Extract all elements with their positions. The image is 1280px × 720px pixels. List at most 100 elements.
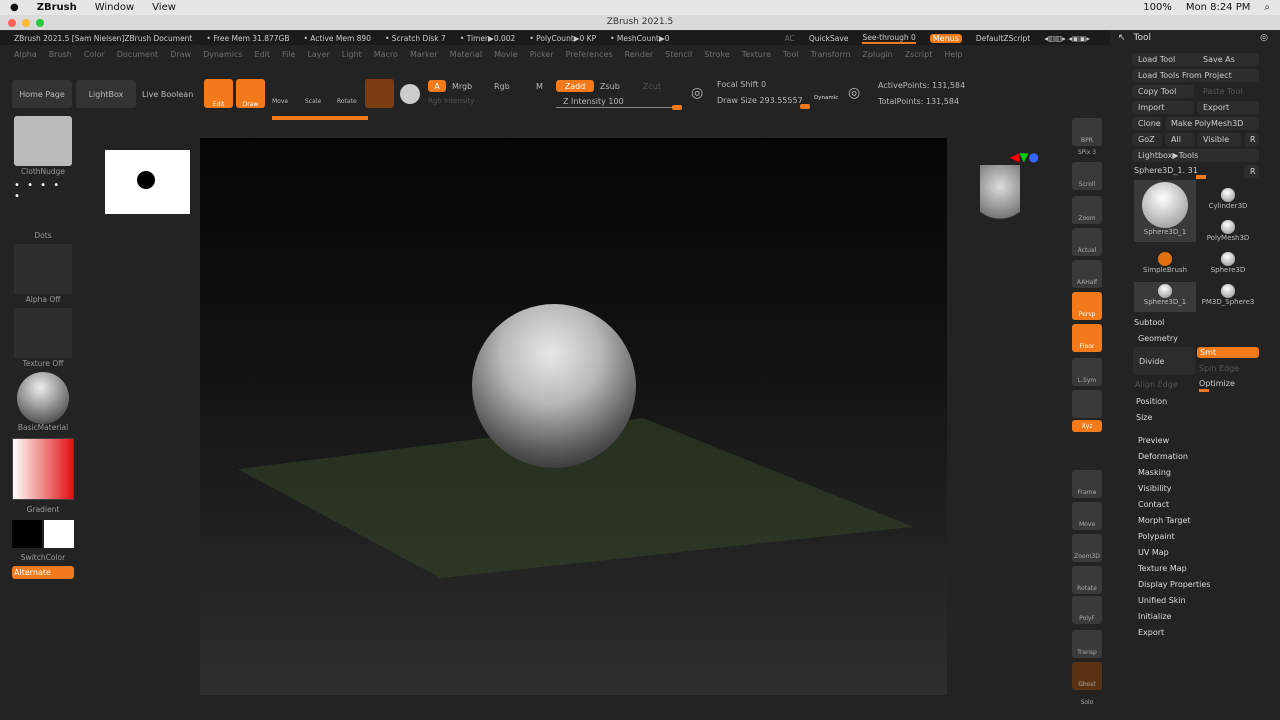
menu-render[interactable]: Render bbox=[625, 50, 653, 59]
scale-button[interactable]: Scale bbox=[305, 98, 321, 105]
all-button[interactable]: All bbox=[1165, 133, 1195, 146]
tool-thumb[interactable]: PM3D_Sphere3 bbox=[1197, 282, 1259, 312]
nav-icon-12[interactable] bbox=[1072, 454, 1102, 466]
search-icon[interactable]: ⌕ bbox=[1264, 2, 1270, 13]
load-tools-from-project-button[interactable]: Load Tools From Project bbox=[1132, 69, 1259, 82]
tool-thumb[interactable]: Cylinder3D bbox=[1197, 186, 1259, 216]
menu-stencil[interactable]: Stencil bbox=[665, 50, 692, 59]
nav-persp[interactable]: Persp bbox=[1072, 292, 1102, 320]
home-page-button[interactable]: Home Page bbox=[12, 80, 72, 108]
optimize-slider[interactable]: Optimize bbox=[1199, 379, 1235, 388]
rgb-intensity-slider[interactable]: Rgb Intensity bbox=[428, 97, 474, 105]
sphere-mesh[interactable] bbox=[472, 304, 636, 468]
material-thumbnail[interactable] bbox=[17, 372, 69, 424]
clone-button[interactable]: Clone bbox=[1132, 117, 1162, 130]
lightbox-button[interactable]: LightBox bbox=[76, 80, 136, 108]
menu-draw[interactable]: Draw bbox=[170, 50, 191, 59]
close-button[interactable] bbox=[8, 19, 16, 27]
switch-color-button[interactable]: SwitchColor bbox=[12, 553, 74, 562]
menu-stroke[interactable]: Stroke bbox=[704, 50, 730, 59]
tool-r-button[interactable]: R bbox=[1244, 165, 1259, 178]
minimize-button[interactable] bbox=[22, 19, 30, 27]
section-unified-skin[interactable]: Unified Skin bbox=[1138, 596, 1186, 605]
alternate-button[interactable]: Alternate bbox=[12, 566, 74, 579]
make-polymesh3d-button[interactable]: Make PolyMesh3D bbox=[1165, 117, 1259, 130]
subtool-section[interactable]: Subtool bbox=[1134, 318, 1164, 327]
section-initialize[interactable]: Initialize bbox=[1138, 612, 1171, 621]
section-uv-map[interactable]: UV Map bbox=[1138, 548, 1169, 557]
default-zscript[interactable]: DefaultZScript bbox=[976, 34, 1030, 43]
apple-icon[interactable]: ● bbox=[10, 2, 19, 13]
secondary-color[interactable] bbox=[44, 520, 74, 548]
document-canvas[interactable] bbox=[200, 138, 947, 695]
tool-slider-handle[interactable] bbox=[1196, 175, 1206, 179]
position-section[interactable]: Position bbox=[1136, 397, 1167, 406]
section-display-properties[interactable]: Display Properties bbox=[1138, 580, 1210, 589]
stroke-sphere-icon[interactable] bbox=[400, 84, 420, 104]
copy-tool-button[interactable]: Copy Tool bbox=[1132, 85, 1194, 98]
tool-thumb[interactable]: SimpleBrush bbox=[1134, 250, 1196, 280]
gradient-label[interactable]: Gradient bbox=[12, 505, 74, 514]
paste-tool-button[interactable]: Paste Tool bbox=[1197, 85, 1259, 98]
focal-shift-slider[interactable]: Focal Shift 0 bbox=[717, 80, 766, 89]
tool-thumb[interactable]: Sphere3D_1 bbox=[1134, 282, 1196, 312]
section-deformation[interactable]: Deformation bbox=[1138, 452, 1188, 461]
lazy-mouse-icon[interactable]: ◎ bbox=[691, 85, 703, 101]
menu-zscript[interactable]: Zscript bbox=[905, 50, 933, 59]
section-visibility[interactable]: Visibility bbox=[1138, 484, 1172, 493]
smt-toggle[interactable]: Smt bbox=[1197, 347, 1259, 358]
menu-dynamics[interactable]: Dynamics bbox=[203, 50, 242, 59]
menu-tool[interactable]: Tool bbox=[783, 50, 799, 59]
zoom-button[interactable] bbox=[36, 19, 44, 27]
optimize-handle[interactable] bbox=[1199, 389, 1209, 392]
section-contact[interactable]: Contact bbox=[1138, 500, 1169, 509]
goz-button[interactable]: GoZ bbox=[1132, 133, 1162, 146]
load-tool-button[interactable]: Load Tool bbox=[1132, 53, 1202, 66]
layout-icons[interactable]: ◂▥▥▸ ◂▣▣▸ bbox=[1044, 34, 1090, 43]
menu-help[interactable]: Help bbox=[944, 50, 962, 59]
r-button[interactable]: R bbox=[1244, 133, 1259, 146]
nav-ghost[interactable]: Ghost bbox=[1072, 662, 1102, 690]
nav-frame[interactable]: Frame bbox=[1072, 470, 1102, 498]
menu-texture[interactable]: Texture bbox=[742, 50, 771, 59]
nav-bpr[interactable]: BPR bbox=[1072, 118, 1102, 146]
size-section[interactable]: Size bbox=[1136, 413, 1152, 422]
section-texture-map[interactable]: Texture Map bbox=[1138, 564, 1187, 573]
texture-thumbnail[interactable] bbox=[14, 308, 72, 358]
import-button[interactable]: Import bbox=[1132, 101, 1194, 114]
menu-light[interactable]: Light bbox=[342, 50, 362, 59]
edit-button[interactable]: Edit bbox=[204, 79, 233, 108]
see-through-slider[interactable]: See-through 0 bbox=[862, 33, 916, 44]
section-polypaint[interactable]: Polypaint bbox=[1138, 532, 1175, 541]
nav-zoom[interactable]: Zoom bbox=[1072, 196, 1102, 224]
nav-icon-9[interactable] bbox=[1072, 390, 1102, 418]
dynamic-toggle[interactable]: Dynamic bbox=[814, 95, 838, 101]
palette-close-icon[interactable]: ◎ bbox=[1260, 33, 1268, 43]
section-preview[interactable]: Preview bbox=[1138, 436, 1169, 445]
save-as-button[interactable]: Save As bbox=[1197, 53, 1259, 66]
nav-xyz[interactable]: Xyz bbox=[1072, 420, 1102, 432]
move-button[interactable]: Move bbox=[272, 98, 288, 105]
menu-brush[interactable]: Brush bbox=[49, 50, 72, 59]
z-intensity-slider[interactable]: Z Intensity 100 bbox=[563, 97, 624, 106]
nav-move[interactable]: Move bbox=[1072, 502, 1102, 530]
nav-rotate[interactable]: Rotate bbox=[1072, 566, 1102, 594]
brush-thumbnail[interactable] bbox=[14, 116, 72, 166]
section-morph-target[interactable]: Morph Target bbox=[1138, 516, 1191, 525]
nav-actual[interactable]: Actual bbox=[1072, 228, 1102, 256]
pin-icon[interactable]: ↖ bbox=[1118, 33, 1126, 43]
menu-macro[interactable]: Macro bbox=[374, 50, 398, 59]
menus-toggle[interactable]: Menus bbox=[929, 33, 962, 43]
menu-window[interactable]: Window bbox=[95, 2, 134, 13]
tool-thumb[interactable]: Sphere3D bbox=[1197, 250, 1259, 280]
visible-button[interactable]: Visible bbox=[1197, 133, 1242, 146]
axis-gizmo[interactable]: ◀▼● bbox=[1010, 150, 1039, 164]
zadd-button[interactable]: Zadd bbox=[556, 80, 594, 92]
spin-edge-button[interactable]: Spin Edge bbox=[1199, 364, 1239, 373]
menu-material[interactable]: Material bbox=[450, 50, 483, 59]
export-button[interactable]: Export bbox=[1197, 101, 1259, 114]
menu-movie[interactable]: Movie bbox=[494, 50, 518, 59]
menu-view[interactable]: View bbox=[152, 2, 176, 13]
geometry-section[interactable]: Geometry bbox=[1138, 334, 1178, 343]
align-edge-button[interactable]: Align Edge bbox=[1135, 380, 1178, 389]
